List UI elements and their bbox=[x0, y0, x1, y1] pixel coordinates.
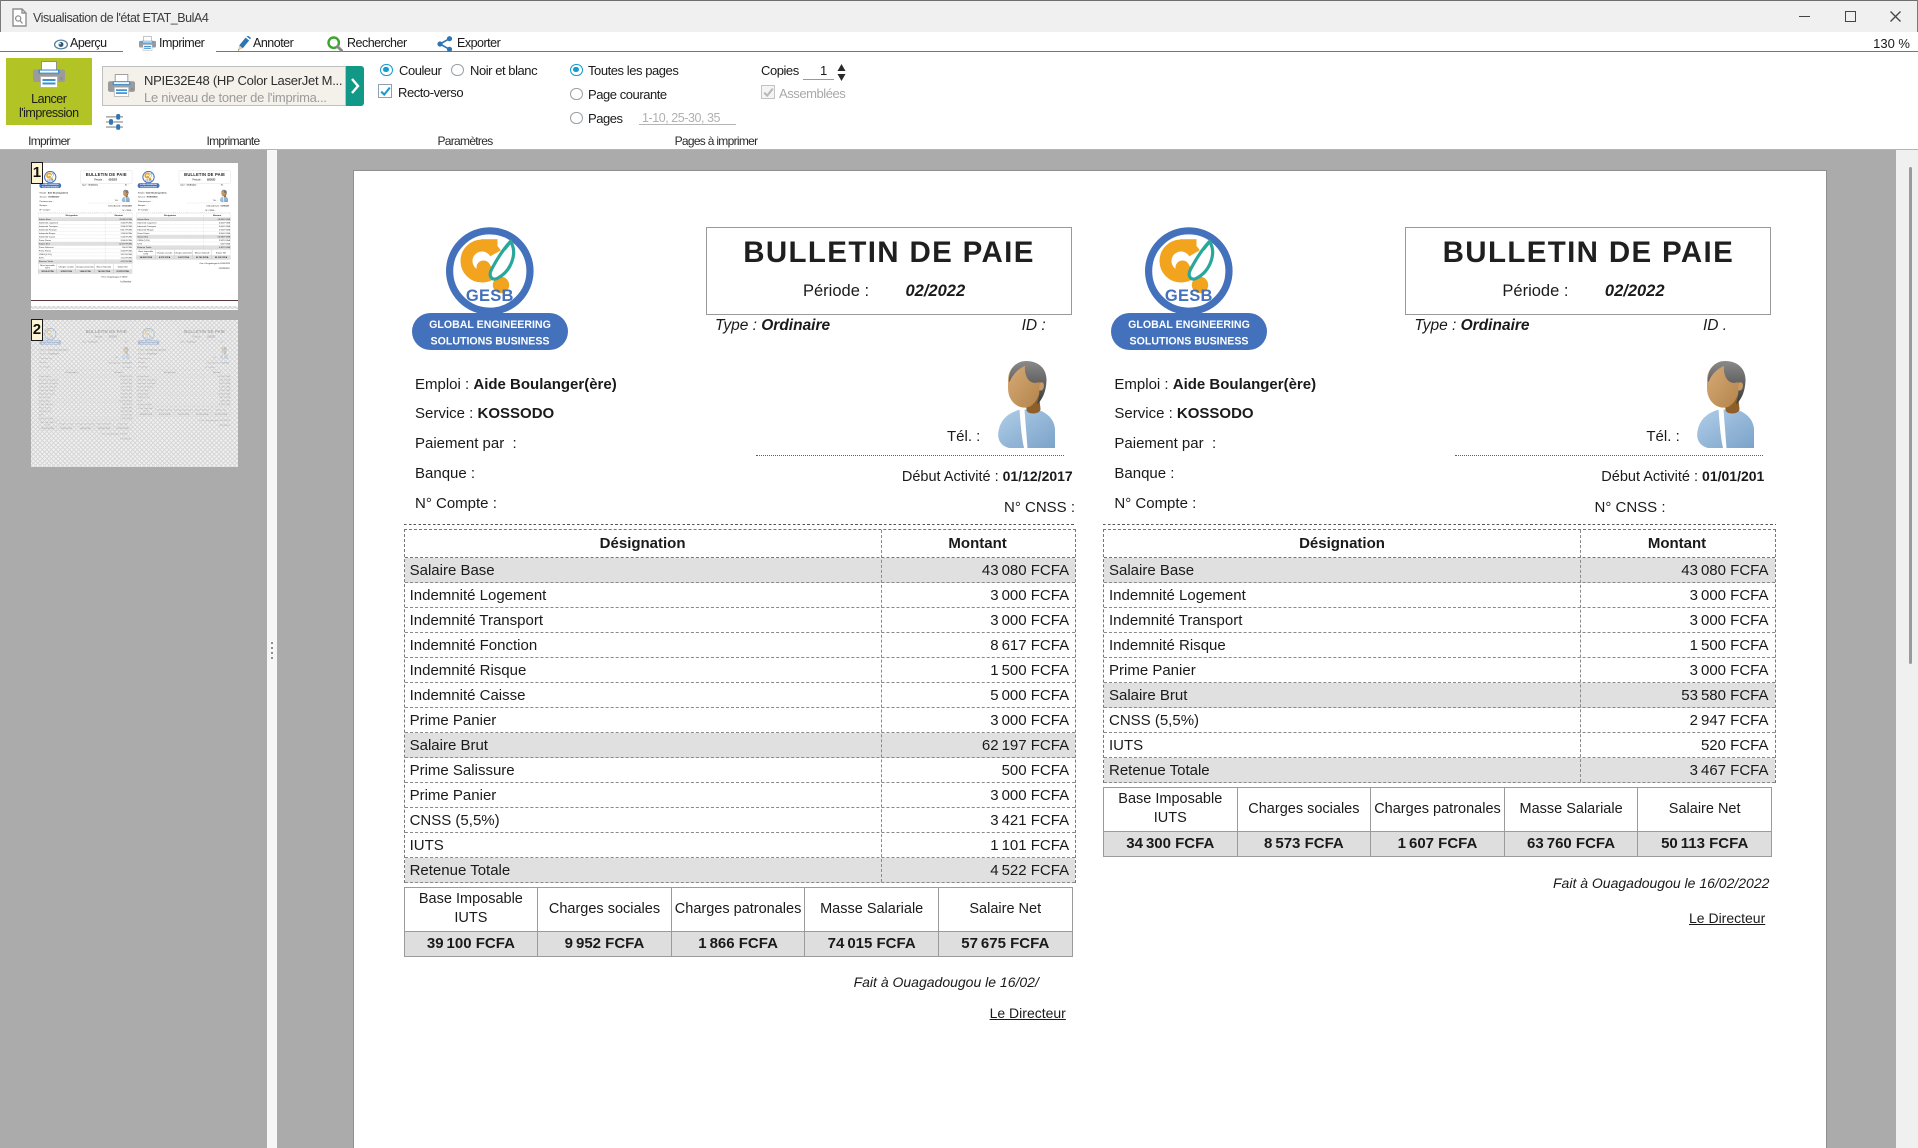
svg-text:SOLUTIONS BUSINESS: SOLUTIONS BUSINESS bbox=[1130, 336, 1249, 348]
svg-text:GESB: GESB bbox=[466, 287, 514, 305]
svg-text:GESB: GESB bbox=[145, 180, 152, 182]
svg-text:GESB: GESB bbox=[1165, 287, 1213, 305]
svg-text:SOLUTIONS BUSINESS: SOLUTIONS BUSINESS bbox=[42, 186, 59, 188]
svg-text:GLOBAL ENGINEERING: GLOBAL ENGINEERING bbox=[1129, 319, 1251, 331]
svg-text:SOLUTIONS BUSINESS: SOLUTIONS BUSINESS bbox=[140, 186, 157, 188]
svg-text:GESB: GESB bbox=[47, 180, 54, 182]
svg-text:GLOBAL ENGINEERING: GLOBAL ENGINEERING bbox=[429, 319, 551, 331]
svg-text:SOLUTIONS BUSINESS: SOLUTIONS BUSINESS bbox=[431, 336, 550, 348]
